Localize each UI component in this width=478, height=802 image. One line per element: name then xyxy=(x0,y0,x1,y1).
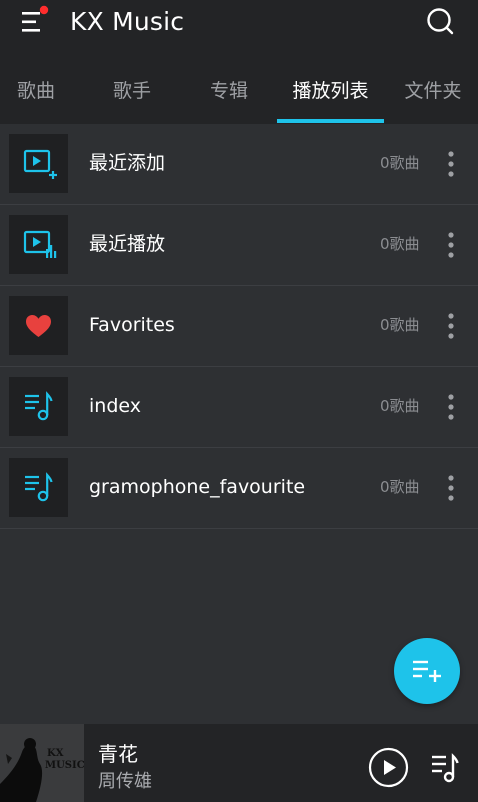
app-root: KX Music 歌曲 歌手 专辑 播放列表 文件夹 最近添加 0歌曲 最近播放… xyxy=(0,0,478,802)
playlist-thumbnail xyxy=(9,377,68,436)
playlist-row[interactable]: gramophone_favourite 0歌曲 xyxy=(0,448,478,529)
playlist-thumbnail xyxy=(9,458,68,517)
playlist-song-count: 0歌曲 xyxy=(380,397,420,415)
playlist-title: index xyxy=(89,395,141,417)
tab-albums[interactable]: 专辑 xyxy=(183,64,275,120)
add-playlist-button[interactable] xyxy=(394,638,460,704)
playlist-add-icon xyxy=(23,149,57,179)
tab-artists[interactable]: 歌手 xyxy=(86,64,178,120)
recently-played-icon xyxy=(23,230,57,258)
play-icon xyxy=(368,747,409,788)
playlist-more-button[interactable] xyxy=(440,389,462,425)
now-playing-title: 青花 xyxy=(98,742,138,766)
music-list-icon xyxy=(25,472,53,502)
playlist-thumbnail xyxy=(9,134,68,193)
tab-folders[interactable]: 文件夹 xyxy=(394,64,472,120)
menu-icon xyxy=(18,4,56,42)
heart-icon xyxy=(26,315,51,337)
music-list-icon xyxy=(25,391,53,421)
playlist-thumbnail xyxy=(9,215,68,274)
queue-music-icon xyxy=(432,753,459,783)
cover-text-line2: MUSIC xyxy=(45,760,84,771)
playlist-more-button[interactable] xyxy=(440,227,462,263)
playlist-row[interactable]: 最近添加 0歌曲 xyxy=(0,124,478,205)
tab-playlists[interactable]: 播放列表 xyxy=(277,64,384,120)
playlist-add-icon xyxy=(413,660,441,682)
app-title: KX Music xyxy=(70,7,185,36)
cover-text-line1: KX xyxy=(47,748,64,759)
search-icon xyxy=(420,8,460,46)
album-cover[interactable]: KX MUSIC xyxy=(0,724,84,802)
more-vertical-icon xyxy=(448,475,454,501)
more-vertical-icon xyxy=(448,394,454,420)
now-playing-bar[interactable]: KX MUSIC 青花 周传雄 xyxy=(0,724,478,802)
playlist-more-button[interactable] xyxy=(440,146,462,182)
menu-button[interactable] xyxy=(18,4,56,42)
search-button[interactable] xyxy=(420,2,460,42)
playlist-row[interactable]: 最近播放 0歌曲 xyxy=(0,205,478,286)
playlist-list: 最近添加 0歌曲 最近播放 0歌曲 Favorites 0歌曲 index 0歌… xyxy=(0,124,478,529)
playlist-title: 最近播放 xyxy=(89,233,166,255)
playlist-more-button[interactable] xyxy=(440,470,462,506)
playlist-song-count: 0歌曲 xyxy=(380,154,420,172)
active-tab-indicator xyxy=(277,119,384,123)
tab-songs[interactable]: 歌曲 xyxy=(0,64,72,120)
tab-bar: 歌曲 歌手 专辑 播放列表 文件夹 xyxy=(0,64,478,124)
play-button[interactable] xyxy=(368,747,409,788)
more-vertical-icon xyxy=(448,232,454,258)
top-bar: KX Music 歌曲 歌手 专辑 播放列表 文件夹 xyxy=(0,0,478,124)
playlist-more-button[interactable] xyxy=(440,308,462,344)
playlist-song-count: 0歌曲 xyxy=(380,235,420,253)
now-playing-artist: 周传雄 xyxy=(98,771,152,792)
playlist-row[interactable]: index 0歌曲 xyxy=(0,367,478,448)
playlist-title: gramophone_favourite xyxy=(89,476,306,498)
more-vertical-icon xyxy=(448,151,454,177)
more-vertical-icon xyxy=(448,313,454,339)
playlist-row[interactable]: Favorites 0歌曲 xyxy=(0,286,478,367)
playlist-thumbnail xyxy=(9,296,68,355)
playlist-title: Favorites xyxy=(89,314,175,336)
playlist-song-count: 0歌曲 xyxy=(380,316,420,334)
playlist-song-count: 0歌曲 xyxy=(380,478,420,496)
playlist-title: 最近添加 xyxy=(89,152,166,174)
queue-button[interactable] xyxy=(428,750,462,784)
